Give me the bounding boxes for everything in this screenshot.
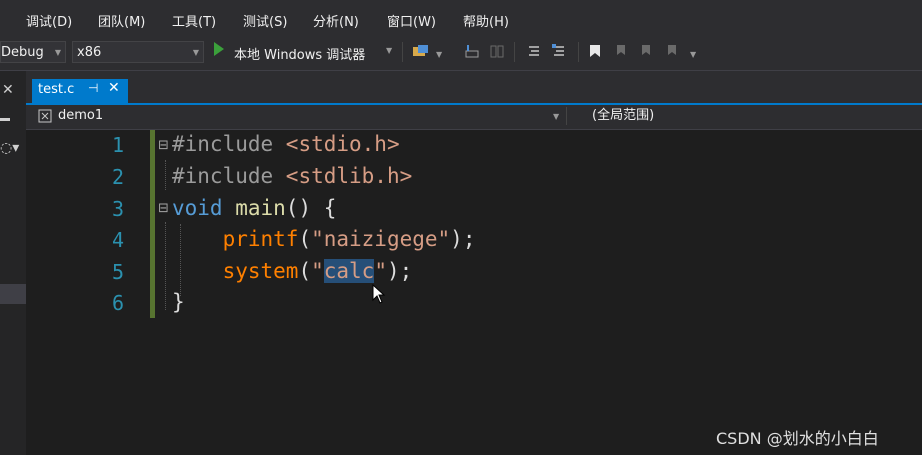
close-icon[interactable]: ✕ xyxy=(2,82,14,98)
code-token: } xyxy=(172,290,185,314)
platform-value: x86 xyxy=(77,45,102,60)
tab-test-c[interactable]: test.c ⊣ ✕ xyxy=(32,79,128,103)
outline-guide xyxy=(165,160,167,190)
bookmark-icon[interactable] xyxy=(588,44,602,58)
pin-icon[interactable]: ⊣ xyxy=(88,81,98,95)
menu-bar: 调试(D) 团队(M) 工具(T) 测试(S) 分析(N) 窗口(W) 帮助(H… xyxy=(0,0,922,38)
code-line[interactable]: #include <stdio.h> xyxy=(172,132,400,156)
start-debug-button[interactable]: 本地 Windows 调试器 xyxy=(234,44,365,63)
menu-debug[interactable]: 调试(D) xyxy=(26,11,72,30)
change-tracking-bar xyxy=(150,130,155,318)
outline-guide xyxy=(165,222,167,310)
navbar-separator xyxy=(566,107,567,125)
platform-dropdown[interactable]: x86 ▼ xyxy=(72,41,204,63)
toolbar-separator xyxy=(578,42,579,62)
line-number: 3 xyxy=(111,197,124,221)
collapse-icon[interactable]: ⊟ xyxy=(158,201,169,216)
code-token: <stdlib.h> xyxy=(285,164,413,188)
clear-bookmarks-icon[interactable] xyxy=(664,44,678,58)
line-number: 6 xyxy=(111,291,124,315)
chevron-down-icon: ▼ xyxy=(192,48,199,57)
chevron-down-icon[interactable]: ▼ xyxy=(690,50,696,59)
minimize-icon[interactable] xyxy=(0,118,10,121)
tab-file-name: test.c xyxy=(38,82,75,97)
menu-window[interactable]: 窗口(W) xyxy=(387,11,436,30)
code-token: "naizigege" xyxy=(311,227,451,251)
chevron-down-icon[interactable]: ▼ xyxy=(436,50,442,59)
watermark: CSDN @划水的小白白 xyxy=(716,429,879,448)
selected-text: calc xyxy=(323,259,375,283)
step-into-icon[interactable] xyxy=(465,44,479,58)
line-number: 2 xyxy=(111,165,124,189)
panel-selected-row[interactable] xyxy=(0,284,26,304)
code-line[interactable]: void main() { xyxy=(172,196,336,220)
project-dropdown[interactable]: demo1 xyxy=(58,107,103,125)
code-token: #include xyxy=(172,164,286,188)
code-token: printf xyxy=(222,227,299,251)
start-debug-icon[interactable] xyxy=(214,42,224,56)
close-icon[interactable]: ✕ xyxy=(108,80,120,96)
scope-dropdown[interactable]: (全局范围) xyxy=(592,107,654,125)
code-editor[interactable] xyxy=(26,130,922,455)
code-token: " xyxy=(374,259,387,283)
menu-analyze[interactable]: 分析(N) xyxy=(313,11,359,30)
chevron-down-icon: ▼ xyxy=(54,48,61,57)
code-line[interactable]: } xyxy=(172,290,185,314)
toolbar-separator xyxy=(402,42,403,62)
menu-tools[interactable]: 工具(T) xyxy=(172,11,216,30)
code-token: system xyxy=(222,259,299,283)
solution-explorer-panel xyxy=(0,71,27,455)
toolbar-separator xyxy=(514,42,515,62)
solution-config-value: Debug xyxy=(1,45,44,60)
menu-team[interactable]: 团队(M) xyxy=(98,11,145,30)
code-token: " xyxy=(311,259,324,283)
panel-options-icon[interactable]: ◌▾ xyxy=(0,140,19,156)
menu-help[interactable]: 帮助(H) xyxy=(463,11,509,30)
code-token: #include xyxy=(172,132,286,156)
code-token: () { xyxy=(285,196,337,220)
code-line[interactable]: printf("naizigege"); xyxy=(172,227,476,251)
prev-bookmark-icon[interactable] xyxy=(613,44,627,58)
comment-lines-icon[interactable] xyxy=(527,44,541,58)
line-number: 4 xyxy=(111,228,124,252)
code-token: ); xyxy=(450,227,476,251)
solution-config-dropdown[interactable]: Debug ▼ xyxy=(0,41,66,63)
menu-test[interactable]: 测试(S) xyxy=(243,11,287,30)
mouse-cursor-icon xyxy=(372,284,386,304)
step-over-icon[interactable] xyxy=(490,44,504,58)
code-line[interactable]: system("calc"); xyxy=(172,259,412,283)
code-token: <stdio.h> xyxy=(285,132,400,156)
code-token: void xyxy=(172,196,236,220)
code-token: ); xyxy=(386,259,413,283)
collapse-icon[interactable]: ⊟ xyxy=(158,138,169,153)
browse-icon[interactable] xyxy=(412,44,430,60)
document-tab-strip xyxy=(26,71,922,103)
line-number: 1 xyxy=(111,133,124,157)
chevron-down-icon[interactable]: ▼ xyxy=(386,46,392,55)
chevron-down-icon[interactable]: ▼ xyxy=(553,112,559,121)
next-bookmark-icon[interactable] xyxy=(638,44,652,58)
uncomment-lines-icon[interactable] xyxy=(552,44,566,58)
line-number: 5 xyxy=(111,260,124,284)
code-token: ( xyxy=(298,227,312,251)
code-line[interactable]: #include <stdlib.h> xyxy=(172,164,412,188)
project-icon xyxy=(38,109,52,123)
navigation-bar xyxy=(26,105,922,130)
code-token: main xyxy=(235,196,286,220)
code-token: ( xyxy=(298,259,312,283)
